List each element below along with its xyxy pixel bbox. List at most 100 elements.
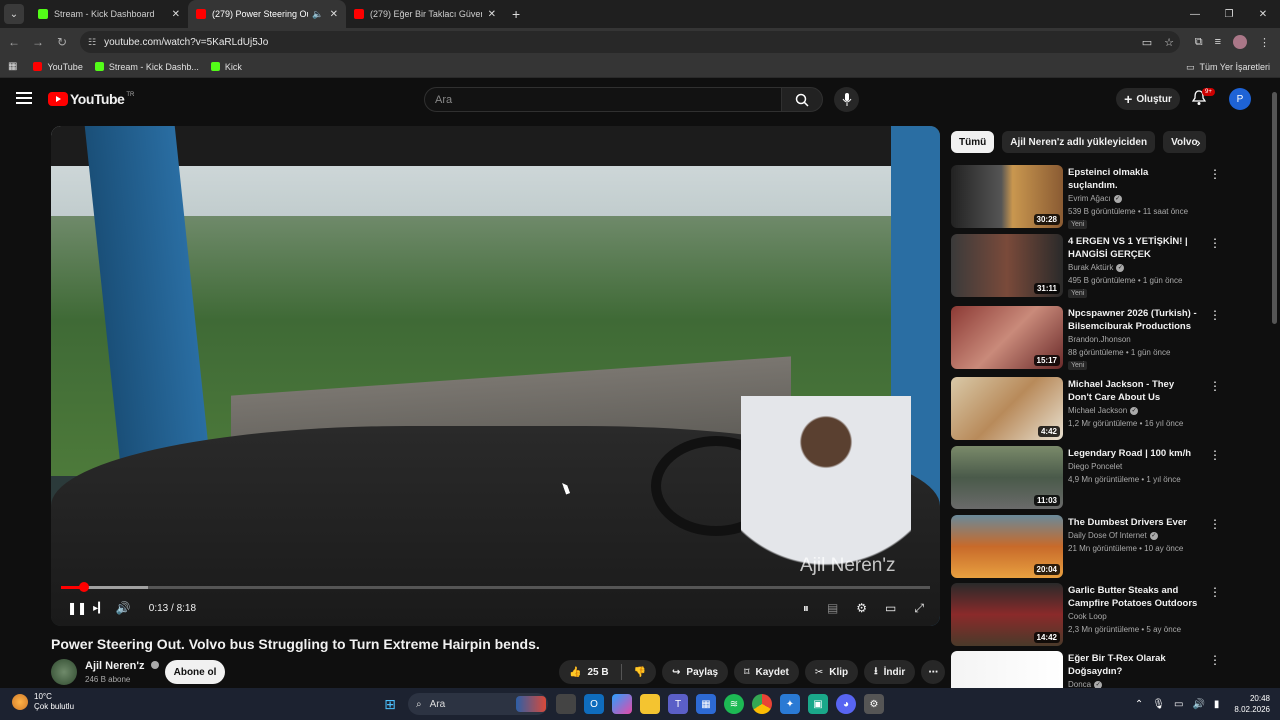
recommendation-title[interactable]: Garlic Butter Steaks and Campfire Potato…	[1068, 584, 1198, 610]
download-button[interactable]: ⭳ İndir	[864, 660, 916, 684]
recommendation-title[interactable]: 4 ERGEN VS 1 YETİŞKİN! | HANGİSİ GERÇEK …	[1068, 235, 1198, 262]
progress-bar[interactable]	[61, 582, 930, 592]
more-vertical-icon[interactable]: ⋮	[1209, 448, 1221, 462]
video-thumbnail[interactable]: 30:28	[951, 165, 1063, 228]
recommendation-channel[interactable]: Evrim Ağacı ✓	[1068, 194, 1122, 203]
volume-icon[interactable]: 🔊	[116, 601, 131, 615]
autoplay-toggle-icon[interactable]: ⏸	[803, 601, 809, 616]
youtube-logo[interactable]: YouTube TR	[48, 91, 134, 107]
chevron-up-icon[interactable]: ⌃	[1135, 699, 1143, 710]
forward-icon[interactable]: →	[26, 35, 50, 49]
video-thumbnail[interactable]: 31:11	[951, 234, 1063, 297]
settings-gear-icon[interactable]: ⚙	[856, 601, 867, 615]
reload-icon[interactable]: ↻	[50, 35, 74, 49]
copilot-icon[interactable]	[612, 694, 632, 714]
weather-widget[interactable]: 10°C Çok bulutlu	[12, 692, 74, 712]
windows-start-icon[interactable]: ⊞	[380, 694, 400, 714]
spotify-icon[interactable]: ≋	[724, 694, 744, 714]
site-info-icon[interactable]: ☷	[88, 37, 96, 48]
recommendation-item[interactable]: 11:03 Legendary Road | 100 km/h Diego Ponc…	[951, 446, 1231, 510]
close-icon[interactable]: ✕	[330, 9, 338, 20]
chevron-right-icon[interactable]: ›	[1196, 134, 1201, 150]
recommendation-channel[interactable]: Brandon.Jhonson	[1068, 335, 1131, 344]
restore-icon[interactable]: ❐	[1212, 0, 1246, 28]
minimize-icon[interactable]: —	[1178, 0, 1212, 28]
apps-grid-icon[interactable]: ▦	[8, 61, 17, 72]
search-input[interactable]: Ara	[424, 87, 782, 112]
bookmark-star-icon[interactable]: ☆	[1164, 36, 1174, 49]
back-icon[interactable]: ←	[2, 35, 26, 49]
video-thumbnail[interactable]: 4:42	[951, 377, 1063, 440]
more-vertical-icon[interactable]: ⋮	[1209, 653, 1221, 667]
video-thumbnail[interactable]: 14:42	[951, 583, 1063, 646]
recommendation-item[interactable]: 14:42 Garlic Butter Steaks and Campfire P…	[951, 583, 1231, 647]
more-vertical-icon[interactable]: ⋮	[1209, 167, 1221, 181]
microphone-icon[interactable]: 🎙	[1152, 699, 1165, 710]
clip-button[interactable]: ✂ Klip	[804, 660, 859, 684]
url-field[interactable]: ☷ youtube.com/watch?v=5KaRLdUj5Jo ▭ ☆	[80, 31, 1180, 53]
like-button[interactable]: 👍 25 B 👎	[559, 660, 657, 684]
close-icon[interactable]: ✕	[488, 9, 496, 20]
account-avatar[interactable]: P	[1229, 88, 1251, 110]
recommendation-title[interactable]: Npcspawner 2026 (Turkish) - Bilsemcibur​…	[1068, 307, 1198, 333]
microsoft-store-icon[interactable]: ▦	[696, 694, 716, 714]
recommendation-channel[interactable]: Diego Poncelet	[1068, 462, 1122, 471]
cast-icon[interactable]: ▭	[1142, 36, 1152, 49]
hamburger-menu-icon[interactable]	[16, 92, 32, 104]
recommendation-item[interactable]: 20:04 The Dumbest Drivers Ever Daily Dose …	[951, 515, 1231, 579]
recommendation-title[interactable]: Eğer Bir T-Rex Olarak Doğsaydın?	[1068, 652, 1198, 678]
create-button[interactable]: + Oluştur	[1116, 88, 1180, 110]
more-vertical-icon[interactable]: ⋮	[1209, 236, 1221, 250]
volume-icon[interactable]: 🔊	[1192, 699, 1204, 710]
vscode-like-icon[interactable]: ✦	[780, 694, 800, 714]
recommendation-title[interactable]: Legendary Road | 100 km/h	[1068, 447, 1198, 460]
recommendation-title[interactable]: Epsteinci olmakla suçlandım.	[1068, 166, 1198, 192]
tab-search-button[interactable]: ⌄	[4, 4, 24, 24]
settings-icon[interactable]: ⚙	[864, 694, 884, 714]
chip-from-uploader[interactable]: Ajil Neren'z adlı yükleyiciden	[1002, 131, 1156, 153]
recommendation-title[interactable]: The Dumbest Drivers Ever	[1068, 516, 1198, 529]
recommendation-item[interactable]: 15:17 Npcspawner 2026 (Turkish) - Bilsemc…	[951, 306, 1231, 370]
video-thumbnail[interactable]: 20:04	[951, 515, 1063, 578]
close-icon[interactable]: ✕	[172, 9, 180, 20]
video-thumbnail[interactable]: 15:17	[951, 306, 1063, 369]
pause-icon[interactable]: ❚❚	[67, 601, 87, 615]
discord-icon[interactable]: ◕	[836, 694, 856, 714]
video-thumbnail[interactable]: 11:03	[951, 446, 1063, 509]
subscribe-button[interactable]: Abone ol	[165, 660, 225, 684]
more-vertical-icon[interactable]: ⋮	[1209, 308, 1221, 322]
file-explorer-icon[interactable]	[640, 694, 660, 714]
clock[interactable]: 20:48 8.02.2026	[1234, 693, 1270, 715]
chip-all[interactable]: Tümü	[951, 131, 995, 153]
thumbs-down-icon[interactable]: 👎	[634, 667, 646, 678]
tab-youtube-pigeon[interactable]: (279) Eğer Bir Taklacı Güvercin ✕	[346, 0, 504, 28]
recommendation-item[interactable]: 30:28 Epsteinci olmakla suçlandım. Evrim A…	[951, 165, 1231, 229]
recommendation-item[interactable]: 31:11 4 ERGEN VS 1 YETİŞKİN! | HANGİSİ GE…	[951, 234, 1231, 298]
recommendation-title[interactable]: Michael Jackson - They Don't Care About …	[1068, 378, 1198, 404]
all-bookmarks[interactable]: ▭ Tüm Yer İşaretleri	[1186, 56, 1270, 78]
outlook-icon[interactable]: O	[584, 694, 604, 714]
recommendation-item[interactable]: 4:42 Michael Jackson - They Don't Care Ab…	[951, 377, 1231, 441]
tab-youtube-video[interactable]: (279) Power Steering Out. V 🔈 ✕	[188, 0, 346, 28]
close-window-icon[interactable]: ✕	[1246, 0, 1280, 28]
task-view-icon[interactable]	[556, 694, 576, 714]
share-button[interactable]: ↪ Paylaş	[662, 660, 729, 684]
extensions-icon[interactable]: ⧉	[1195, 36, 1203, 49]
reading-list-icon[interactable]: ≡	[1215, 36, 1221, 48]
taskbar-search[interactable]: ⌕ Ara	[408, 693, 548, 715]
bookmark-kick-dashboard[interactable]: Stream - Kick Dashb...	[94, 62, 199, 72]
recommendation-channel[interactable]: Burak Aktürk ✓	[1068, 263, 1125, 272]
bookmark-youtube[interactable]: YouTube	[33, 62, 83, 72]
network-icon[interactable]: ▭	[1174, 699, 1183, 710]
subtitles-icon[interactable]: ▤	[827, 601, 838, 615]
recommendation-channel[interactable]: Michael Jackson ✓	[1068, 406, 1139, 415]
speaker-icon[interactable]: 🔈	[312, 9, 323, 20]
profile-icon[interactable]	[1233, 35, 1247, 49]
recommendation-channel[interactable]: Cook Loop	[1068, 612, 1107, 621]
more-actions-button[interactable]: ⋯	[921, 660, 946, 684]
search-button[interactable]	[781, 87, 823, 112]
scrubber-handle[interactable]	[78, 582, 89, 592]
channel-name[interactable]: Ajil Neren'z	[85, 660, 159, 672]
bookmark-kick[interactable]: Kick	[210, 62, 242, 72]
new-tab-icon[interactable]: +	[512, 6, 520, 22]
